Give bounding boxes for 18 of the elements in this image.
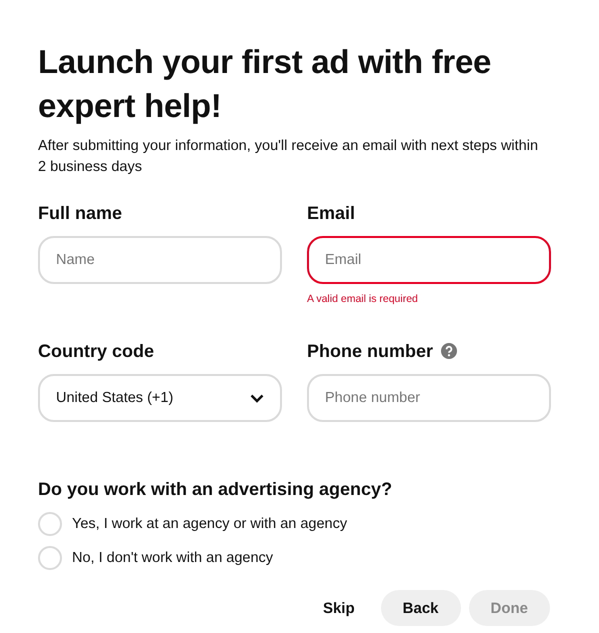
pill-button[interactable]: Back (380, 590, 460, 626)
page-title: Launch your first ad with free expert help! (38, 42, 492, 126)
option-label[interactable]: No, I don't work with an agency (72, 550, 274, 566)
error-message: A valid email is required (307, 293, 419, 305)
field-label: Full name (38, 202, 122, 224)
field-label: Country code (38, 340, 154, 362)
help-icon[interactable] (441, 343, 458, 359)
input-field[interactable]: Email (307, 236, 551, 284)
question: Do you work with an advertising agency? (38, 478, 394, 501)
chevron-down-icon (250, 394, 264, 402)
radio-button[interactable] (38, 512, 62, 536)
field-label: Phone number (307, 340, 434, 362)
subtitle: After submitting your information, you'll receive an email with next steps within 2 business days (38, 137, 540, 177)
text-button[interactable]: Skip (304, 590, 373, 626)
country-select[interactable]: United States (+1) (38, 374, 282, 422)
option-label[interactable]: Yes, I work at an agency or with an agency (72, 516, 348, 532)
field-label: Email (307, 202, 356, 224)
radio-button[interactable] (38, 546, 62, 570)
